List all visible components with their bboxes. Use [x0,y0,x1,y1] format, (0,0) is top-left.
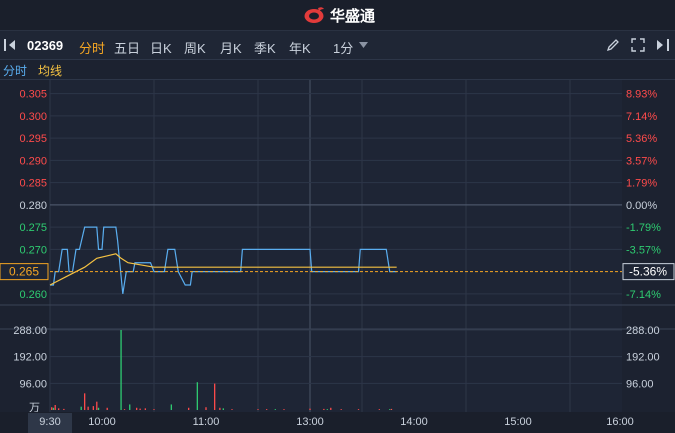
price-tick-label: 0.300 [19,111,47,123]
price-tick-label: 0.260 [19,289,47,301]
pencil-icon[interactable] [606,38,620,52]
time-label: 16:00 [606,416,634,428]
price-tick-label: 0.270 [19,244,47,256]
chart-legend: 分时 均线 [0,60,675,80]
volume-tick-label-right: 192.00 [626,352,660,364]
percent-tick-label: -7.14% [626,289,661,301]
current-percent-label: -5.36% [629,265,667,279]
volume-tick-label: 96.00 [19,378,47,390]
tab-month-k[interactable]: 月K [220,38,242,57]
percent-tick-label: 3.57% [626,155,657,167]
price-tick-label: 0.275 [19,222,47,234]
title-bar: 华盛通 [0,0,675,31]
toolbar: 02369 分时 五日 日K 周K 月K 季K 年K 1分 [0,31,675,60]
volume-tick-label-right: 96.00 [626,378,654,390]
time-label: 15:00 [504,416,532,428]
percent-tick-label: 5.36% [626,133,657,145]
logo-icon [304,7,324,23]
volume-tick-label-right: 288.00 [626,325,660,337]
collapse-right-icon[interactable] [655,39,669,51]
app-title: 华盛通 [330,7,376,25]
collapse-left-icon[interactable] [4,39,18,51]
percent-tick-label: 8.93% [626,89,657,101]
percent-tick-label: 1.79% [626,178,657,190]
volume-tick-label: 288.00 [13,325,47,337]
tab-fenshi[interactable]: 分时 [79,38,105,57]
percent-tick-label: -3.57% [626,244,661,256]
tab-day-k[interactable]: 日K [150,38,172,57]
price-tick-label: 0.305 [19,89,47,101]
chevron-down-icon[interactable] [359,42,368,48]
time-label: 13:00 [296,416,324,428]
time-label: 10:00 [88,416,116,428]
tab-year-k[interactable]: 年K [289,38,311,57]
interval-select[interactable]: 1分 [333,38,353,57]
legend-price-line: 分时 [3,64,28,78]
tab-five-day[interactable]: 五日 [114,38,140,57]
current-price-label: 0.265 [9,265,39,279]
chart-plot-area [50,80,622,433]
intraday-chart[interactable]: 0.305 8.93% 0.300 7.14% 0.295 5.36% 0.290 3.57%… [0,80,675,433]
fullscreen-icon[interactable] [631,38,645,52]
app-logo: 华盛通 [303,4,375,26]
price-tick-label: 0.285 [19,178,47,190]
stock-code: 02369 [27,38,64,53]
price-tick-label: 0.290 [19,155,47,167]
price-tick-label: 0.295 [19,133,47,145]
percent-tick-label: 0.00% [626,200,657,212]
price-tick-label: 0.280 [19,200,47,212]
percent-tick-label: 7.14% [626,111,657,123]
time-label: 14:00 [400,416,428,428]
time-label: 9:30 [39,416,60,428]
volume-tick-label: 192.00 [13,352,47,364]
time-label: 11:00 [193,416,220,428]
legend-average-line: 均线 [38,64,63,78]
tab-quarter-k[interactable]: 季K [254,38,276,57]
percent-tick-label: -1.79% [626,222,661,234]
tab-week-k[interactable]: 周K [184,38,206,57]
